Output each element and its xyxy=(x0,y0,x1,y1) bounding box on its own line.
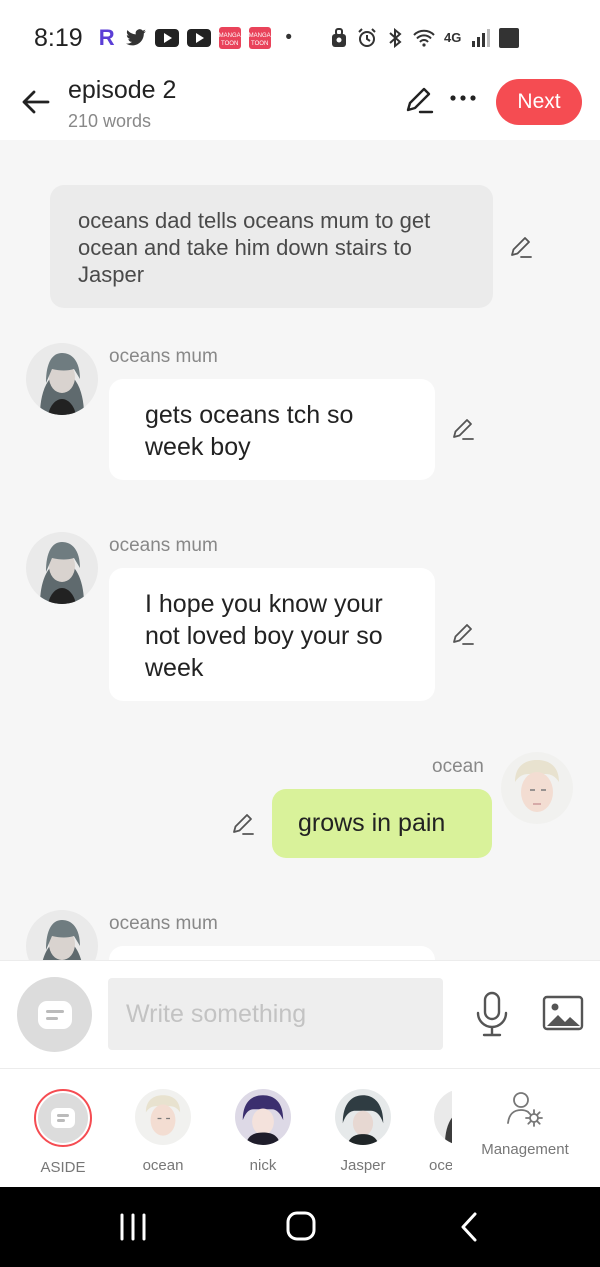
character-oce[interactable]: oce xyxy=(400,1089,452,1174)
chat-bubble-icon xyxy=(51,1108,75,1128)
image-button[interactable] xyxy=(542,995,584,1031)
character-nick[interactable]: nick xyxy=(223,1089,303,1174)
avatar-ocean[interactable] xyxy=(501,752,573,824)
next-button[interactable]: Next xyxy=(496,79,582,125)
home-button[interactable] xyxy=(285,1210,317,1242)
management-label: Management xyxy=(481,1141,569,1158)
system-nav-bar xyxy=(0,1187,600,1267)
avatar-ocean xyxy=(135,1089,191,1145)
character-name: nick xyxy=(249,1157,277,1174)
system-icons: 4G xyxy=(329,27,519,49)
message-input[interactable] xyxy=(108,978,443,1050)
speaker-name: oceans mum xyxy=(109,913,218,934)
message-composer xyxy=(0,960,600,1068)
back-button[interactable] xyxy=(18,84,54,120)
character-name: ASIDE xyxy=(40,1159,86,1176)
avatar-oceans-mum[interactable] xyxy=(26,532,98,604)
youtube-icon xyxy=(186,29,211,47)
r-app-icon: R xyxy=(98,25,115,50)
edit-narration-button[interactable] xyxy=(507,233,535,261)
dot-icon: • xyxy=(285,27,292,48)
avatar-oce xyxy=(434,1089,452,1145)
edit-message-button[interactable] xyxy=(449,620,477,648)
speaker-name: oceans mum xyxy=(109,346,218,367)
edit-message-button[interactable] xyxy=(229,810,257,838)
battery-icon xyxy=(498,28,519,48)
message-bubble[interactable]: grows in pain xyxy=(272,789,492,858)
aside-toggle-button[interactable] xyxy=(17,977,92,1052)
character-ocean[interactable]: ocean xyxy=(123,1089,203,1174)
speaker-name: oceans mum xyxy=(109,535,218,556)
signal-icon xyxy=(471,27,491,49)
avatar-oceans-mum[interactable] xyxy=(26,910,98,960)
network-type-icon: 4G xyxy=(444,30,462,45)
avatar-jasper xyxy=(335,1089,391,1145)
youtube-icon xyxy=(154,29,179,47)
lock-bag-icon xyxy=(329,27,349,49)
more-options-button[interactable] xyxy=(447,82,479,114)
episode-header: episode 2 210 words Next xyxy=(0,76,600,140)
speaker-name: ocean xyxy=(432,756,484,777)
word-count: 210 words xyxy=(68,111,152,131)
aside-avatar xyxy=(34,1089,92,1147)
message-bubble[interactable]: gets oceans tch so week boy xyxy=(109,379,435,480)
nav-back-button[interactable] xyxy=(459,1211,479,1243)
wifi-icon xyxy=(412,27,435,49)
bluetooth-icon xyxy=(385,27,405,49)
message-bubble[interactable]: I hope you know your not loved boy your … xyxy=(109,568,435,701)
user-settings-icon xyxy=(505,1089,545,1129)
message-bubble[interactable] xyxy=(109,946,435,960)
avatar-oceans-mum[interactable] xyxy=(26,343,98,415)
edit-message-button[interactable] xyxy=(449,415,477,443)
status-time: 8:19 xyxy=(34,23,83,52)
notification-icons: R MANGA TOON MANGA TOON • xyxy=(97,27,299,49)
mangatoon-icon: MANGA TOON xyxy=(248,27,271,49)
avatar-nick xyxy=(235,1089,291,1145)
recents-button[interactable] xyxy=(118,1213,148,1241)
character-aside[interactable]: ASIDE xyxy=(23,1089,103,1176)
chat-bubble-icon xyxy=(37,1000,72,1029)
episode-title[interactable]: episode 2 xyxy=(68,76,176,105)
narration-bubble[interactable]: oceans dad tells oceans mum to get ocean… xyxy=(50,185,493,308)
chat-area[interactable]: oceans dad tells oceans mum to get ocean… xyxy=(0,140,600,960)
management-button[interactable]: Management xyxy=(472,1089,578,1158)
status-bar: 8:19 R MANGA TOON MANGA TOON • 4G xyxy=(0,0,600,76)
twitter-icon xyxy=(125,27,147,49)
microphone-button[interactable] xyxy=(474,991,510,1037)
character-jasper[interactable]: Jasper xyxy=(323,1089,403,1174)
alarm-icon xyxy=(357,27,377,49)
character-name: oce xyxy=(429,1157,452,1174)
character-name: Jasper xyxy=(340,1157,386,1174)
character-name: ocean xyxy=(142,1157,184,1174)
character-bar: ASIDE ocean nick Jasper oce Management xyxy=(0,1068,600,1187)
mangatoon-icon: MANGA TOON xyxy=(218,27,241,49)
edit-title-button[interactable] xyxy=(402,84,436,118)
